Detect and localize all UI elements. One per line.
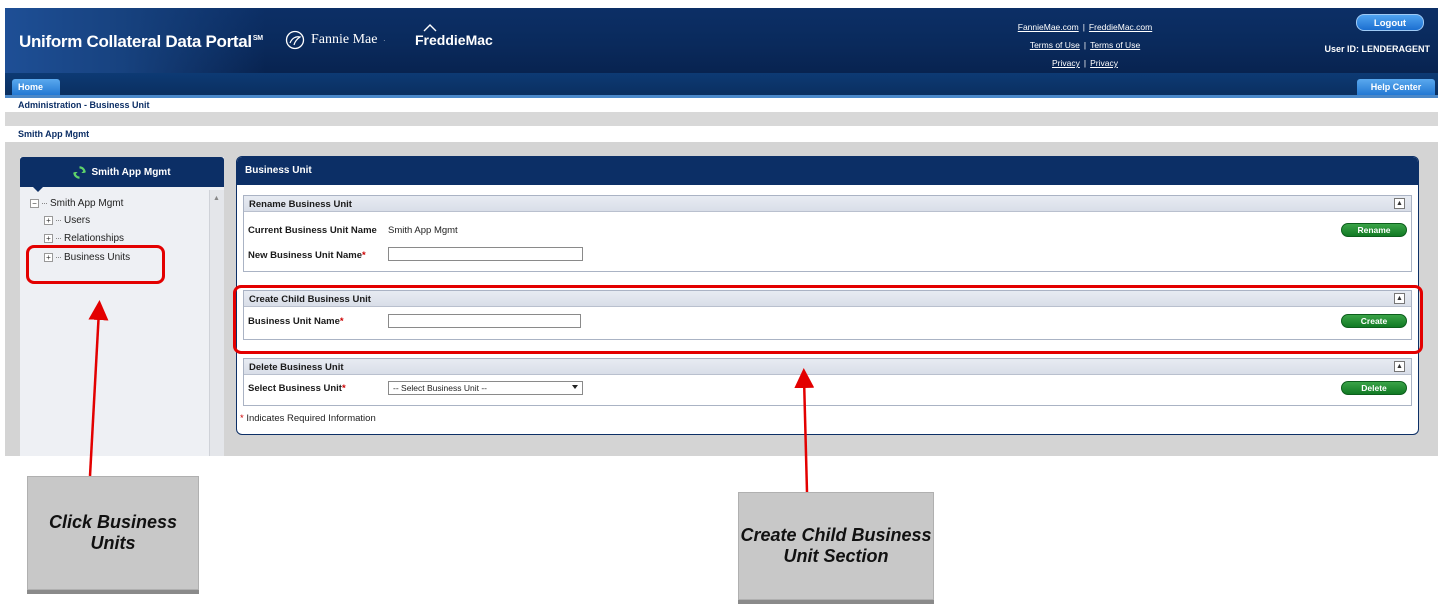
section-header: Delete Business Unit ▲ — [244, 359, 1411, 375]
portal-title-text: Uniform Collateral Data Portal — [19, 32, 252, 51]
tree-scrollbar[interactable]: ▲ — [209, 190, 224, 456]
callout-click-business-units: Click Business Units — [27, 476, 199, 590]
collapse-icon[interactable]: − — [30, 199, 39, 208]
new-name-label-text: New Business Unit Name — [248, 250, 363, 261]
collapse-icon[interactable]: ▲ — [1394, 361, 1405, 372]
refresh-icon[interactable] — [73, 165, 87, 179]
select-business-unit-label-text: Select Business Unit — [248, 383, 342, 394]
tree-connector — [56, 237, 61, 239]
expand-icon[interactable]: + — [44, 216, 53, 225]
freddie-mac-logo: FreddieMac — [415, 24, 493, 48]
fannie-mae-logo: Fannie Mae. — [285, 30, 385, 50]
freddie-mac-roof-icon — [423, 24, 437, 32]
breadcrumb-divider — [5, 112, 1438, 126]
tree-header-pointer — [32, 186, 44, 192]
highlight-box-business-units — [26, 245, 165, 284]
fannie-mae-emblem-icon — [285, 30, 305, 50]
new-name-label: New Business Unit Name* — [248, 250, 366, 261]
section-title: Delete Business Unit — [249, 362, 344, 373]
tree-header: Smith App Mgmt — [20, 157, 224, 187]
rename-button[interactable]: Rename — [1341, 223, 1407, 237]
freddiemac-com-link[interactable]: FreddieMac.com — [1089, 22, 1152, 32]
link-separator: | — [1083, 58, 1087, 68]
nav-bar — [5, 73, 1438, 98]
tree-item-label: Smith App Mgmt — [50, 198, 124, 209]
panel-title: Business Unit — [237, 157, 1418, 185]
logout-button[interactable]: Logout — [1356, 14, 1424, 31]
breadcrumb: Administration - Business Unit — [18, 100, 150, 110]
help-center-tab[interactable]: Help Center — [1357, 79, 1435, 95]
dropdown-value: -- Select Business Unit -- — [393, 383, 487, 393]
link-separator: | — [1083, 40, 1087, 50]
portal-title: Uniform Collateral Data PortalSM — [19, 32, 263, 52]
header-links: FannieMae.com | FreddieMac.com Terms of Us… — [995, 18, 1175, 72]
link-separator: | — [1082, 22, 1085, 32]
tree-connector — [56, 220, 61, 221]
tree-connector — [42, 203, 47, 204]
fannie-mae-text: Fannie Mae — [311, 32, 378, 47]
fannie-privacy-link[interactable]: Privacy — [1052, 58, 1080, 68]
section-header: Rename Business Unit ▲ — [244, 196, 1411, 212]
service-mark: SM — [252, 35, 263, 43]
required-note-text: Indicates Required Information — [246, 413, 376, 424]
expand-icon[interactable]: + — [44, 233, 53, 243]
tree-header-label: Smith App Mgmt — [91, 166, 171, 178]
freddie-mac-text: FreddieMac — [415, 32, 493, 48]
required-note: * Indicates Required Information — [240, 413, 376, 424]
collapse-icon[interactable]: ▲ — [1394, 198, 1405, 209]
required-marker: * — [341, 383, 346, 394]
delete-button[interactable]: Delete — [1341, 381, 1407, 395]
current-name-label: Current Business Unit Name — [248, 225, 377, 236]
fannie-mae-mark: . — [383, 37, 385, 43]
required-marker: * — [362, 250, 366, 261]
header-link-row: Terms of Use | Terms of Use — [995, 36, 1175, 54]
page-title: Smith App Mgmt — [18, 129, 90, 139]
freddie-privacy-link[interactable]: Privacy — [1090, 58, 1118, 68]
tree-item-users[interactable]: + Users — [44, 215, 90, 226]
callout-create-child-section: Create Child Business Unit Section — [738, 492, 934, 600]
scroll-up-icon[interactable]: ▲ — [213, 195, 220, 202]
highlight-box-create-section — [233, 285, 1423, 354]
rename-section: Rename Business Unit ▲ Current Business … — [243, 195, 1412, 272]
tree-item-relationships[interactable]: + Relationships — [44, 233, 124, 243]
tree-item-label: Users — [64, 215, 91, 226]
fannie-terms-link[interactable]: Terms of Use — [1030, 40, 1080, 50]
tree-item-root[interactable]: − Smith App Mgmt — [30, 198, 123, 209]
screenshot-canvas: Uniform Collateral Data PortalSM Fannie … — [0, 0, 1443, 605]
current-name-value: Smith App Mgmt — [388, 225, 458, 236]
tree-item-label: Relationships — [64, 233, 125, 243]
section-title: Rename Business Unit — [249, 199, 352, 210]
tab-home[interactable]: Home — [12, 79, 60, 95]
select-business-unit-dropdown[interactable]: -- Select Business Unit -- — [388, 381, 583, 395]
fanniemae-com-link[interactable]: FannieMae.com — [1018, 22, 1079, 32]
delete-section: Delete Business Unit ▲ Select Business U… — [243, 358, 1412, 406]
header-link-row: FannieMae.com | FreddieMac.com — [995, 18, 1175, 36]
user-id-label: User ID: LENDERAGENT — [1324, 44, 1430, 54]
new-business-unit-name-input[interactable] — [388, 247, 583, 261]
select-business-unit-label: Select Business Unit* — [248, 383, 346, 394]
portal-header: Uniform Collateral Data PortalSM Fannie … — [5, 8, 1438, 73]
required-marker: * — [240, 413, 244, 424]
header-link-row: Privacy | Privacy — [995, 54, 1175, 72]
freddie-terms-link[interactable]: Terms of Use — [1090, 40, 1140, 50]
chevron-down-icon — [572, 385, 578, 389]
